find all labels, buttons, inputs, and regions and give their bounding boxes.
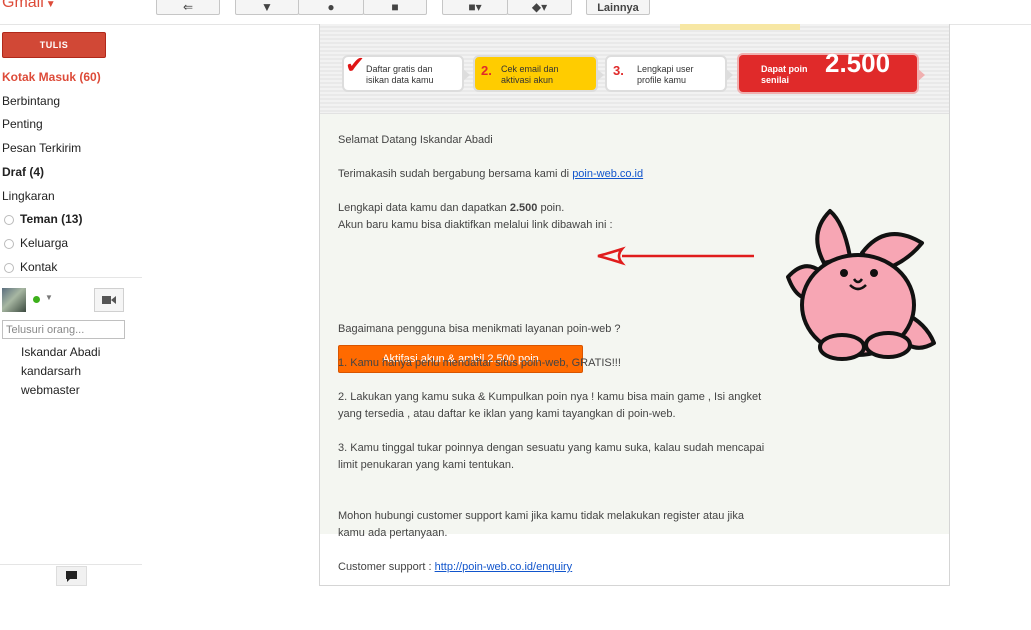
contact-item[interactable]: webmaster xyxy=(21,383,80,397)
point-3-line-1: 3. Kamu tinggal tukar poinnya dengan ses… xyxy=(338,442,765,454)
move-to-button[interactable]: ■▾ xyxy=(442,0,508,15)
point-2-line-2: yang tersedia , atau daftar ke iklan yan… xyxy=(338,408,676,420)
contact-line-1: Mohon hubungi customer support kami jika… xyxy=(338,510,744,522)
contact-item[interactable]: kandarsarh xyxy=(21,364,81,378)
divider xyxy=(0,277,142,278)
divider xyxy=(0,564,142,565)
step-reward: Dapat poin senilai 2.500 xyxy=(737,48,925,94)
chat-bubble-icon xyxy=(66,570,77,582)
online-status-icon[interactable] xyxy=(33,296,40,303)
top-toolbar: Gmail ▼ ⇐ ▼ ● ■ ■▾ ◆▾ Lainnya xyxy=(0,0,1031,25)
arrow-right-icon xyxy=(917,68,925,82)
circle-item-label: Teman (13) xyxy=(20,212,83,226)
circle-icon xyxy=(4,262,14,273)
video-call-button[interactable] xyxy=(94,288,124,312)
step-label: Cek email dan aktivasi akun xyxy=(501,64,559,85)
contact-line-2: kamu ada pertanyaan. xyxy=(338,527,448,539)
complete-points: 2.500 xyxy=(509,202,538,214)
sidebar-item-inbox[interactable]: Kotak Masuk (60) xyxy=(2,70,101,84)
circle-item-family[interactable]: Keluarga xyxy=(4,236,68,250)
arrow-right-icon xyxy=(725,68,733,82)
reward-value: 2.500 xyxy=(825,48,891,78)
circle-icon xyxy=(4,238,14,249)
spam-icon: ● xyxy=(327,0,335,14)
support-text: Customer support : http://poin-web.co.id… xyxy=(338,559,572,576)
greeting-text: Selamat Datang Iskandar Abadi xyxy=(338,134,493,146)
point-3-text: 3. Kamu tinggal tukar poinnya dengan ses… xyxy=(338,440,764,474)
sidebar-circles-heading[interactable]: Lingkaran xyxy=(2,189,55,203)
circle-item-label: Kontak xyxy=(20,260,58,274)
sidebar-item-important[interactable]: Penting xyxy=(2,117,43,131)
archive-button[interactable]: ▼ xyxy=(235,0,299,15)
circle-icon xyxy=(4,214,14,225)
compose-button[interactable]: TULIS xyxy=(2,32,106,58)
report-spam-button[interactable]: ● xyxy=(298,0,364,15)
more-button-label: Lainnya xyxy=(597,1,639,14)
point-2-line-1: 2. Lakukan yang kamu suka & Kumpulkan po… xyxy=(338,391,762,403)
complete-prefix: Lengkapi data kamu dan dapatkan xyxy=(338,202,510,214)
site-link[interactable]: poin-web.co.id xyxy=(572,168,643,180)
complete-data-text: Lengkapi data kamu dan dapatkan 2.500 po… xyxy=(338,200,564,217)
point-3-line-2: limit penukaran yang kami tentukan. xyxy=(338,459,515,471)
email-banner: ✔ Daftar gratis dan isikan data kamu 2. … xyxy=(320,24,949,114)
labels-button[interactable]: ◆▾ xyxy=(507,0,572,15)
circle-item-label: Keluarga xyxy=(20,236,69,250)
red-arrow-annotation xyxy=(597,246,754,266)
video-camera-icon xyxy=(102,296,116,304)
folder-icon: ■▾ xyxy=(468,0,482,14)
gmail-logo-text: Gmail xyxy=(2,0,44,11)
point-2-text: 2. Lakukan yang kamu suka & Kumpulkan po… xyxy=(338,389,761,423)
step-label: Daftar gratis dan isikan data kamu xyxy=(366,64,434,85)
thanks-prefix: Terimakasih sudah bergabung bersama kami… xyxy=(338,168,573,180)
back-button[interactable]: ⇐ xyxy=(156,0,220,15)
checkmark-icon: ✔ xyxy=(345,52,366,79)
back-arrow-icon: ⇐ xyxy=(182,0,194,14)
avatar[interactable] xyxy=(2,288,26,312)
step-complete-profile: 3. Lengkapi user profile kamu xyxy=(605,55,733,92)
chevron-down-icon: ▼ xyxy=(45,0,56,10)
label-icon: ◆▾ xyxy=(531,0,548,14)
arrow-right-icon xyxy=(596,68,604,82)
thanks-text: Terimakasih sudah bergabung bersama kami… xyxy=(338,166,643,183)
step-number: 3. xyxy=(613,63,624,78)
search-people-input[interactable] xyxy=(2,320,125,339)
compose-label: TULIS xyxy=(39,40,69,50)
support-link[interactable]: http://poin-web.co.id/enquiry xyxy=(435,561,573,573)
more-button[interactable]: Lainnya xyxy=(586,0,650,15)
contact-text: Mohon hubungi customer support kami jika… xyxy=(338,508,744,542)
chat-button[interactable] xyxy=(56,566,87,586)
sidebar-item-sent[interactable]: Pesan Terkirim xyxy=(2,141,81,155)
arrow-right-icon xyxy=(462,68,470,82)
support-prefix: Customer support : xyxy=(338,561,435,573)
chevron-down-icon[interactable]: ▼ xyxy=(45,293,53,302)
sidebar-item-starred[interactable]: Berbintang xyxy=(2,94,60,108)
banner-decoration xyxy=(680,24,800,30)
activate-note: Akun baru kamu bisa diaktifkan melalui l… xyxy=(338,219,613,231)
sidebar-item-drafts[interactable]: Draf (4) xyxy=(2,165,44,179)
gmail-logo[interactable]: Gmail ▼ xyxy=(2,0,56,12)
delete-button[interactable]: ■ xyxy=(363,0,427,15)
step-check-email: 2. Cek email dan aktivasi akun xyxy=(473,55,604,92)
contact-item[interactable]: Iskandar Abadi xyxy=(21,345,100,359)
step-label: Lengkapi user profile kamu xyxy=(637,64,694,85)
circle-item-friends[interactable]: Teman (13) xyxy=(4,212,82,226)
trash-icon: ■ xyxy=(391,0,399,14)
step-register: ✔ Daftar gratis dan isikan data kamu xyxy=(342,52,470,92)
question-text: Bagaimana pengguna bisa menikmati layana… xyxy=(338,323,621,335)
reward-label: Dapat poin senilai xyxy=(761,64,808,85)
bunny-mascot-icon xyxy=(786,209,936,361)
point-1-text: 1. Kamu hanya perlu mendaftar situs poin… xyxy=(338,357,621,369)
circle-item-contacts[interactable]: Kontak xyxy=(4,260,57,274)
complete-suffix: poin. xyxy=(537,202,565,214)
step-number: 2. xyxy=(481,63,492,78)
archive-icon: ▼ xyxy=(261,0,273,14)
